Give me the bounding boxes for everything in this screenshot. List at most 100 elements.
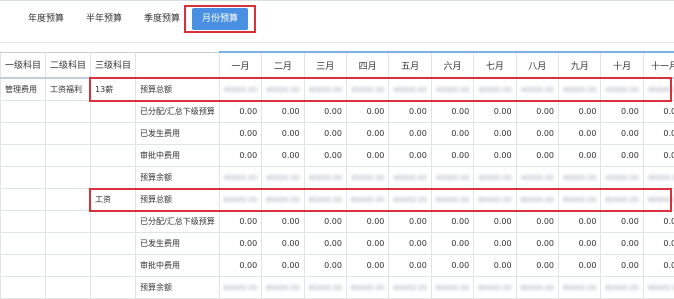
redacted-value: 40000.00: [478, 174, 511, 182]
header-month-1: 一月: [219, 52, 261, 78]
redacted-value: 40000.00: [309, 174, 342, 182]
cell-month-4: 0.00: [346, 101, 388, 123]
cell-level3: [91, 167, 136, 189]
redacted-value: 80000.00: [605, 196, 638, 204]
redacted-value: 80000.00: [478, 284, 511, 292]
budget-table: 一级科目 二级科目 三级科目 一月 二月 三月 四月 五月 六月 七月 八月 九…: [0, 51, 674, 299]
cell-month-10: 0.00: [601, 101, 643, 123]
top-border: [0, 0, 674, 1]
redacted-value: 80000.00: [478, 196, 511, 204]
cell-month-11: 0.00: [643, 145, 674, 167]
cell-month-6-redacted: 80000.00: [431, 189, 473, 211]
cell-month-3-redacted: 80000.00: [304, 277, 346, 299]
cell-month-3: 0.00: [304, 211, 346, 233]
tab-half-year-budget[interactable]: 半年预算: [76, 8, 132, 30]
redacted-value: 80000.00: [563, 284, 596, 292]
table-body: 管理费用工资福利13薪预算总额40000.0040000.0040000.004…: [1, 78, 674, 299]
cell-item: 预算总额: [136, 189, 220, 211]
redacted-value: 80000.00: [309, 196, 342, 204]
tab-annual-budget[interactable]: 年度预算: [18, 8, 74, 30]
cell-month-8: 0.00: [516, 255, 558, 277]
redacted-value: 80000.00: [521, 196, 554, 204]
cell-month-11: 0.00: [643, 123, 674, 145]
cell-level2: [46, 145, 91, 167]
cell-month-7: 0.00: [474, 123, 516, 145]
cell-level2: [46, 255, 91, 277]
cell-month-2: 0.00: [262, 211, 304, 233]
cell-month-4: 0.00: [346, 255, 388, 277]
cell-month-7-redacted: 40000.00: [474, 78, 516, 101]
cell-month-8-redacted: 80000.00: [516, 277, 558, 299]
cell-month-2: 0.00: [262, 255, 304, 277]
redacted-value: 40000.00: [309, 86, 342, 94]
cell-month-3: 0.00: [304, 101, 346, 123]
cell-month-6-redacted: 40000.00: [431, 78, 473, 101]
cell-month-10-redacted: 80000.00: [601, 277, 643, 299]
cell-month-11: 0.00: [643, 211, 674, 233]
cell-item: 审批中费用: [136, 145, 220, 167]
cell-month-10: 0.00: [601, 145, 643, 167]
tab-highlight-box: [184, 5, 256, 33]
cell-month-3: 0.00: [304, 233, 346, 255]
redacted-value: 40000.00: [351, 86, 384, 94]
cell-month-6-redacted: 80000.00: [431, 277, 473, 299]
header-level2: 二级科目: [46, 52, 91, 78]
redacted-value: 40000.00: [436, 86, 469, 94]
cell-month-9: 0.00: [559, 101, 601, 123]
cell-month-8-redacted: 40000.00: [516, 167, 558, 189]
header-month-4: 四月: [346, 52, 388, 78]
redacted-value: 80000.00: [393, 284, 426, 292]
cell-month-1-redacted: 40000.00: [219, 167, 261, 189]
cell-month-4: 0.00: [346, 123, 388, 145]
cell-month-11-redacted: 40000.00: [643, 78, 674, 101]
cell-month-3: 0.00: [304, 145, 346, 167]
cell-month-2: 0.00: [262, 101, 304, 123]
cell-month-5: 0.00: [389, 255, 431, 277]
cell-month-6: 0.00: [431, 255, 473, 277]
cell-month-6-redacted: 40000.00: [431, 167, 473, 189]
table-row: 审批中费用0.000.000.000.000.000.000.000.000.0…: [1, 255, 674, 277]
cell-month-9-redacted: 80000.00: [559, 189, 601, 211]
cell-level1: [1, 255, 46, 277]
cell-month-10: 0.00: [601, 123, 643, 145]
redacted-value: 40000.00: [393, 86, 426, 94]
cell-level2: [46, 277, 91, 299]
cell-level3: [91, 211, 136, 233]
cell-month-10-redacted: 80000.00: [601, 189, 643, 211]
redacted-value: 40000.00: [605, 86, 638, 94]
cell-month-3-redacted: 80000.00: [304, 189, 346, 211]
header-level1: 一级科目: [1, 52, 46, 78]
cell-month-7-redacted: 80000.00: [474, 189, 516, 211]
header-month-10: 十月: [601, 52, 643, 78]
header-month-6: 六月: [431, 52, 473, 78]
cell-month-2: 0.00: [262, 233, 304, 255]
cell-item: 预算总额: [136, 78, 220, 101]
redacted-value: 40000.00: [605, 174, 638, 182]
redacted-value: 80000.00: [266, 284, 299, 292]
header-month-7: 七月: [474, 52, 516, 78]
cell-level3: [91, 101, 136, 123]
table-row: 审批中费用0.000.000.000.000.000.000.000.000.0…: [1, 145, 674, 167]
cell-month-6: 0.00: [431, 145, 473, 167]
cell-month-7: 0.00: [474, 101, 516, 123]
cell-month-5: 0.00: [389, 233, 431, 255]
table-row: 已分配/汇总下级预算0.000.000.000.000.000.000.000.…: [1, 101, 674, 123]
tab-quarterly-budget[interactable]: 季度预算: [134, 8, 190, 30]
redacted-value: 80000.00: [563, 196, 596, 204]
cell-month-1: 0.00: [219, 211, 261, 233]
cell-month-11-redacted: 80000.00: [643, 189, 674, 211]
cell-month-10: 0.00: [601, 233, 643, 255]
cell-month-9-redacted: 40000.00: [559, 167, 601, 189]
cell-month-1-redacted: 40000.00: [219, 78, 261, 101]
cell-month-4-redacted: 40000.00: [346, 167, 388, 189]
cell-month-8: 0.00: [516, 101, 558, 123]
redacted-value: 80000.00: [393, 196, 426, 204]
redacted-value: 40000.00: [224, 86, 257, 94]
cell-level1: [1, 277, 46, 299]
cell-month-5: 0.00: [389, 211, 431, 233]
redacted-value: 80000.00: [224, 284, 257, 292]
cell-level1: 管理费用: [1, 78, 46, 101]
cell-month-4-redacted: 80000.00: [346, 277, 388, 299]
cell-month-11: 0.00: [643, 255, 674, 277]
cell-month-7-redacted: 80000.00: [474, 277, 516, 299]
